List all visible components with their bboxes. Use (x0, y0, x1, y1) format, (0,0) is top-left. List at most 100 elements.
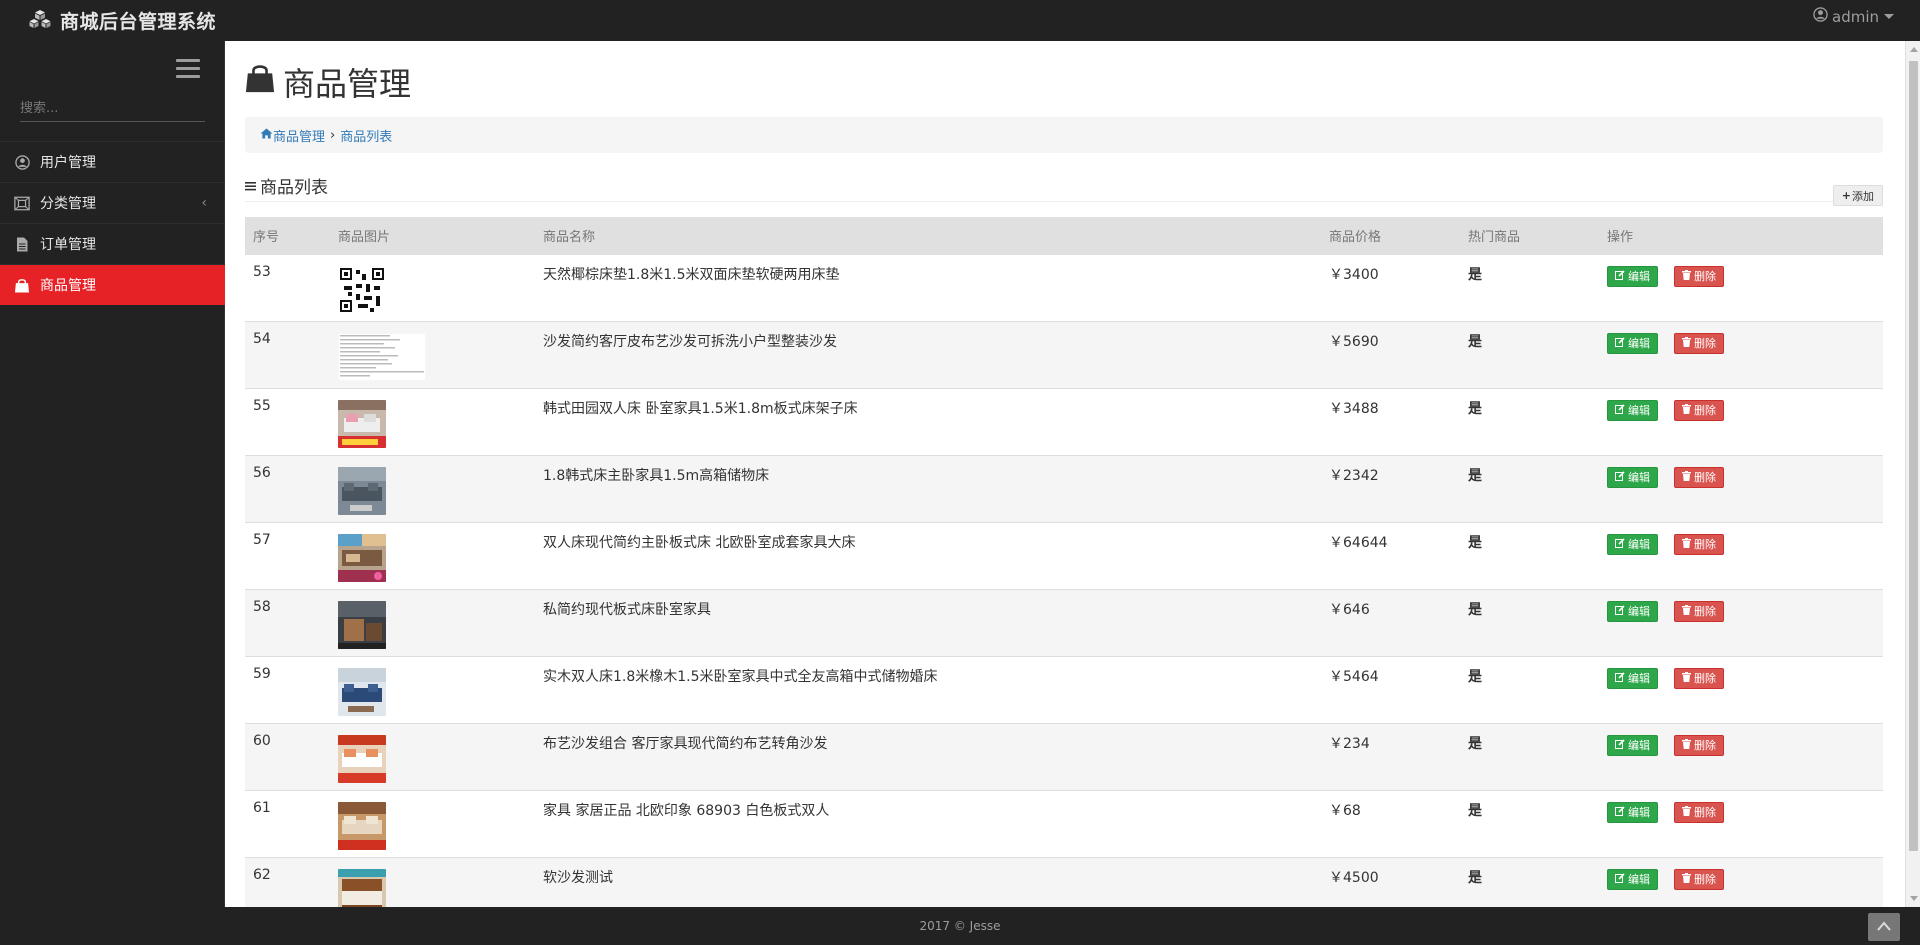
chevron-left-icon: ‹ (201, 195, 207, 211)
search-input[interactable] (20, 97, 205, 122)
page-title-text: 商品管理 (283, 65, 412, 103)
product-thumbnail[interactable] (338, 868, 535, 907)
cell-hot: 是 (1468, 869, 1482, 886)
trash-icon (1682, 738, 1691, 752)
edit-button-label: 编辑 (1628, 672, 1650, 685)
vertical-scrollbar[interactable] (1905, 41, 1920, 907)
footer: 2017 © Jesse (0, 907, 1920, 945)
table-row: 53 天然椰棕床垫1.8米1.5米双面床垫软硬两用床垫 ￥3400 是 编辑 删除 (245, 254, 1883, 321)
edit-icon (1615, 537, 1625, 551)
edit-button[interactable]: 编辑 (1607, 332, 1658, 354)
cell-actions: 编辑 删除 (1599, 254, 1883, 321)
cell-actions: 编辑 删除 (1599, 790, 1883, 857)
top-navbar: 商城后台管理系统 admin (0, 0, 1920, 41)
product-thumbnail[interactable] (338, 332, 535, 381)
brand[interactable]: 商城后台管理系统 (28, 0, 216, 41)
product-thumbnail[interactable] (338, 265, 535, 314)
delete-button[interactable]: 删除 (1674, 734, 1724, 756)
delete-button[interactable]: 删除 (1674, 868, 1724, 890)
cell-price: ￥234 (1329, 735, 1370, 752)
cell-id: 57 (253, 531, 271, 548)
edit-button[interactable]: 编辑 (1607, 466, 1658, 488)
cell-name: 韩式田园双人床 卧室家具1.5米1.8m板式床架子床 (543, 400, 858, 417)
edit-button-label: 编辑 (1628, 806, 1650, 819)
delete-button-label: 删除 (1694, 538, 1716, 551)
col-price: 商品价格 (1329, 229, 1382, 245)
edit-icon (1615, 269, 1625, 283)
product-thumbnail[interactable] (338, 600, 535, 649)
edit-button[interactable]: 编辑 (1607, 265, 1658, 287)
delete-button[interactable]: 删除 (1674, 265, 1724, 287)
cell-image (330, 790, 535, 857)
back-to-top-button[interactable] (1868, 913, 1900, 941)
sidebar-item-label: 商品管理 (40, 278, 96, 294)
edit-button[interactable]: 编辑 (1607, 600, 1658, 622)
col-hot: 热门商品 (1468, 229, 1521, 245)
footer-text: 2017 © Jesse (919, 919, 1001, 933)
product-thumbnail[interactable] (338, 801, 535, 850)
category-icon (14, 196, 30, 211)
edit-button[interactable]: 编辑 (1607, 801, 1658, 823)
edit-button[interactable]: 编辑 (1607, 533, 1658, 555)
document-icon (14, 237, 30, 252)
delete-button[interactable]: 删除 (1674, 533, 1724, 555)
cell-price: ￥64644 (1329, 534, 1388, 551)
breadcrumb-current[interactable]: 商品列表 (340, 126, 392, 145)
user-menu[interactable]: admin (1813, 0, 1894, 33)
edit-button[interactable]: 编辑 (1607, 667, 1658, 689)
cell-price: ￥3400 (1329, 266, 1379, 283)
delete-button[interactable]: 删除 (1674, 399, 1724, 421)
add-button[interactable]: + 添加 (1832, 185, 1883, 206)
table-row: 62 软沙发测试 ￥4500 是 编辑 删除 (245, 857, 1883, 907)
menu-toggle-icon[interactable] (176, 59, 200, 79)
table-row: 57 双人床现代简约主卧板式床 北欧卧室成套家具大床 ￥64644 是 编辑 删除 (245, 522, 1883, 589)
sidebar-item-orders[interactable]: 订单管理 (0, 223, 225, 264)
delete-button-label: 删除 (1694, 739, 1716, 752)
plus-icon: + (1841, 189, 1851, 202)
edit-button[interactable]: 编辑 (1607, 868, 1658, 890)
cell-hot: 是 (1468, 333, 1482, 350)
edit-button-label: 编辑 (1628, 337, 1650, 350)
cell-name: 私简约现代板式床卧室家具 (543, 601, 711, 618)
sidebar-item-label: 订单管理 (40, 237, 96, 253)
product-thumbnail[interactable] (338, 533, 535, 582)
product-thumbnail[interactable] (338, 734, 535, 783)
delete-button[interactable]: 删除 (1674, 801, 1724, 823)
delete-button[interactable]: 删除 (1674, 600, 1724, 622)
cell-id: 53 (253, 263, 271, 280)
sidebar-item-users[interactable]: 用户管理 (0, 141, 225, 182)
breadcrumb-home[interactable]: 商品管理 (260, 126, 325, 145)
cell-hot: 是 (1468, 668, 1482, 685)
sidebar-item-categories[interactable]: 分类管理 ‹ (0, 182, 225, 223)
chevron-down-icon (1884, 14, 1894, 19)
edit-button[interactable]: 编辑 (1607, 399, 1658, 421)
delete-button[interactable]: 删除 (1674, 332, 1724, 354)
cell-actions: 编辑 删除 (1599, 723, 1883, 790)
trash-icon (1682, 470, 1691, 484)
sidebar-item-goods[interactable]: 商品管理 (0, 264, 225, 305)
cell-id: 60 (253, 732, 271, 749)
table-row: 61 家具 家居正品 北欧印象 68903 白色板式双人 ￥68 是 编辑 删除 (245, 790, 1883, 857)
edit-button[interactable]: 编辑 (1607, 734, 1658, 756)
trash-icon (1682, 805, 1691, 819)
scroll-up-icon[interactable] (1910, 47, 1918, 52)
scroll-thumb[interactable] (1909, 61, 1918, 851)
delete-button[interactable]: 删除 (1674, 667, 1724, 689)
arrow-up-icon (1876, 920, 1892, 935)
cell-image (330, 656, 535, 723)
cell-image (330, 321, 535, 388)
edit-button-label: 编辑 (1628, 605, 1650, 618)
trash-icon (1682, 403, 1691, 417)
cell-hot: 是 (1468, 400, 1482, 417)
user-icon (14, 154, 30, 170)
scroll-down-icon[interactable] (1910, 896, 1918, 901)
product-thumbnail[interactable] (338, 667, 535, 716)
edit-icon (1615, 470, 1625, 484)
delete-button[interactable]: 删除 (1674, 466, 1724, 488)
product-thumbnail[interactable] (338, 399, 535, 448)
cell-id: 56 (253, 464, 271, 481)
cell-image (330, 455, 535, 522)
cell-name: 天然椰棕床垫1.8米1.5米双面床垫软硬两用床垫 (543, 266, 840, 283)
product-thumbnail[interactable] (338, 466, 535, 515)
edit-button-label: 编辑 (1628, 270, 1650, 283)
